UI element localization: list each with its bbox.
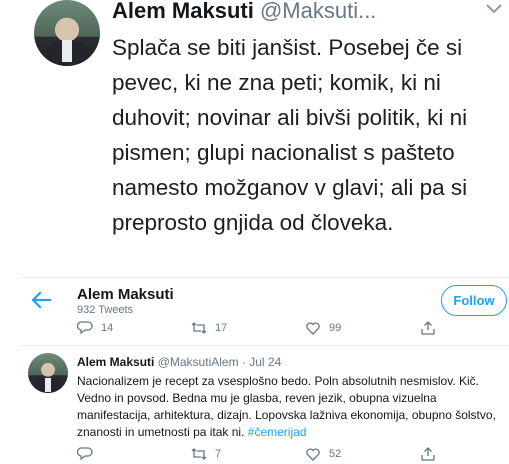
- author-meta[interactable]: @MaksutiAlem · Jul 24: [158, 355, 282, 369]
- reply-icon: [77, 321, 93, 335]
- share-action[interactable]: [420, 446, 436, 462]
- reply-action[interactable]: 14: [77, 320, 113, 336]
- retweet-icon: [191, 448, 207, 460]
- like-count: 52: [329, 448, 342, 460]
- zoomed-tweet: Alem Maksuti @Maksuti... Splača se biti …: [0, 0, 509, 275]
- like-icon: [306, 322, 320, 335]
- retweet-icon: [191, 322, 207, 334]
- divider: [20, 345, 509, 346]
- author-name[interactable]: Alem Maksuti: [77, 355, 154, 369]
- profile-name: Alem Maksuti: [77, 286, 174, 303]
- avatar-shirt: [45, 378, 51, 392]
- tweet-header: Alem Maksuti @MaksutiAlem · Jul 24: [77, 355, 281, 369]
- author-handle[interactable]: @Maksuti...: [260, 0, 376, 23]
- retweet-action[interactable]: 17: [191, 320, 227, 336]
- retweet-count: 17: [215, 322, 228, 334]
- author-name[interactable]: Alem Maksuti: [112, 0, 254, 23]
- back-arrow-icon[interactable]: [30, 290, 52, 310]
- like-action[interactable]: 99: [305, 320, 341, 336]
- tweet-text: Splača se biti janšist. Posebej če si pe…: [112, 35, 468, 235]
- share-icon: [421, 321, 435, 335]
- avatar[interactable]: [28, 353, 68, 393]
- avatar-shirt: [62, 40, 72, 62]
- hashtag-link[interactable]: #čemerijad: [248, 425, 307, 439]
- follow-button[interactable]: Follow: [441, 285, 507, 316]
- divider: [20, 277, 509, 278]
- chevron-down-icon[interactable]: [485, 2, 503, 16]
- like-icon: [306, 448, 320, 461]
- tweet-author[interactable]: Alem Maksuti @Maksuti...: [112, 0, 376, 24]
- retweet-action[interactable]: 7: [191, 446, 221, 462]
- retweet-count: 7: [215, 448, 222, 460]
- like-action[interactable]: 52: [305, 446, 341, 462]
- share-action[interactable]: [420, 320, 436, 336]
- avatar[interactable]: [34, 0, 100, 66]
- share-icon: [421, 447, 435, 461]
- tweet-text: Nacionalizem je recept za vsesplošno bed…: [77, 373, 502, 441]
- like-count: 99: [329, 322, 342, 334]
- reply-icon: [77, 447, 93, 461]
- reply-action[interactable]: [77, 446, 101, 462]
- reply-count: 14: [101, 322, 114, 334]
- tweet-count: 932 Tweets: [77, 304, 134, 316]
